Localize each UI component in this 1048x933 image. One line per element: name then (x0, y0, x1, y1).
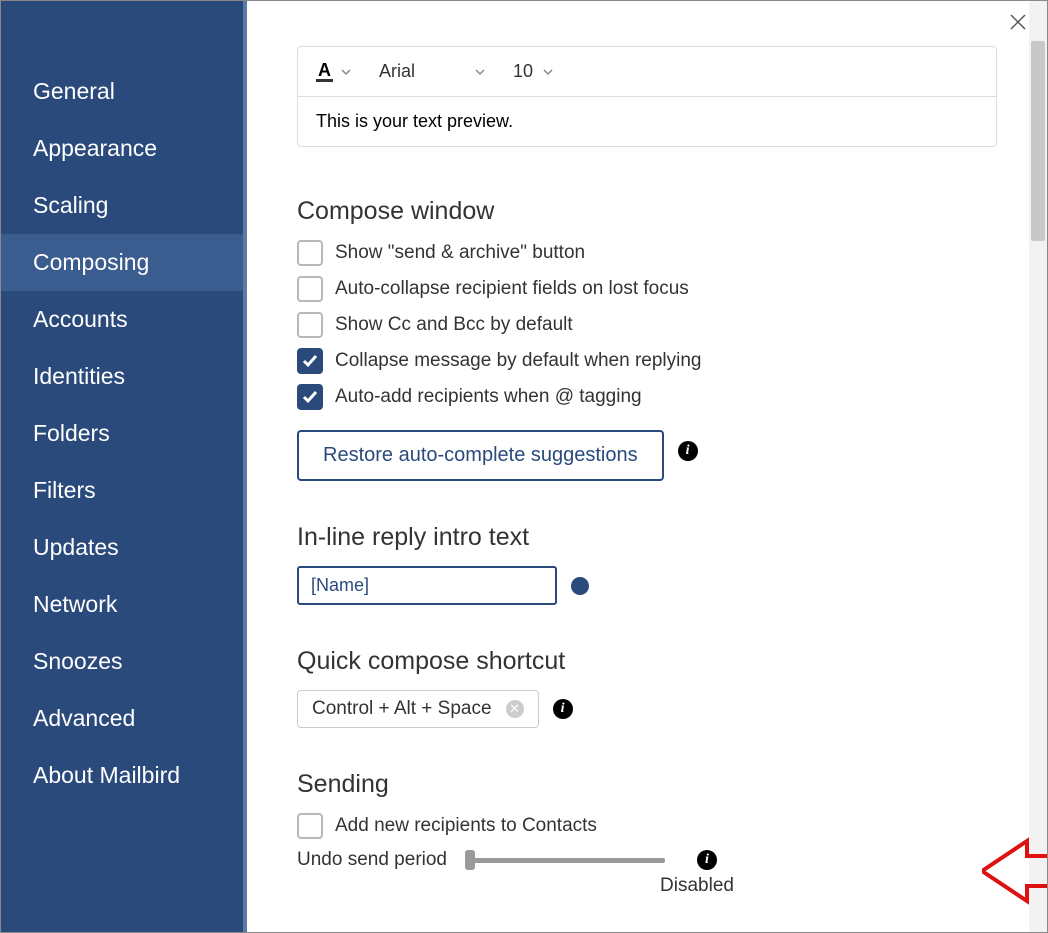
undo-send-value: Disabled (397, 875, 997, 897)
checkbox-collapse-reply[interactable] (297, 348, 323, 374)
section-title-quick-compose: Quick compose shortcut (297, 647, 997, 676)
sidebar-item-advanced[interactable]: Advanced (1, 690, 243, 747)
info-icon[interactable]: i (678, 441, 698, 461)
checkbox-label: Add new recipients to Contacts (335, 815, 597, 837)
sidebar-item-network[interactable]: Network (1, 576, 243, 633)
sidebar-item-accounts[interactable]: Accounts (1, 291, 243, 348)
slider-handle[interactable] (465, 850, 475, 870)
sidebar-item-about[interactable]: About Mailbird (1, 747, 243, 804)
slider-track (465, 858, 665, 863)
close-icon (1009, 13, 1027, 31)
sidebar-item-identities[interactable]: Identities (1, 348, 243, 405)
section-title-sending: Sending (297, 770, 997, 799)
undo-send-slider[interactable] (465, 850, 665, 870)
font-format-toolbar: A Arial 10 (297, 46, 997, 96)
check-icon (301, 352, 319, 370)
info-icon[interactable]: i (553, 699, 573, 719)
sidebar-item-appearance[interactable]: Appearance (1, 120, 243, 177)
font-color-button[interactable]: A (316, 61, 351, 82)
checkbox-show-cc-bcc[interactable] (297, 312, 323, 338)
sidebar-item-filters[interactable]: Filters (1, 462, 243, 519)
checkbox-send-archive[interactable] (297, 240, 323, 266)
shortcut-value: Control + Alt + Space (312, 698, 492, 720)
checkbox-label: Auto-collapse recipient fields on lost f… (335, 278, 689, 300)
section-title-compose: Compose window (297, 197, 997, 226)
sidebar-item-folders[interactable]: Folders (1, 405, 243, 462)
checkbox-label: Collapse message by default when replyin… (335, 350, 702, 372)
sidebar-item-scaling[interactable]: Scaling (1, 177, 243, 234)
shortcut-input[interactable]: Control + Alt + Space ✕ (297, 690, 539, 728)
sidebar-item-composing[interactable]: Composing (1, 234, 243, 291)
checkbox-label: Show "send & archive" button (335, 242, 585, 264)
sidebar-item-updates[interactable]: Updates (1, 519, 243, 576)
font-family-value: Arial (379, 61, 415, 82)
compose-window-section: Compose window Show "send & archive" but… (297, 197, 997, 481)
sending-section: Sending Add new recipients to Contacts U… (297, 770, 997, 897)
inline-reply-section: In-line reply intro text (297, 523, 997, 605)
chevron-down-icon (543, 67, 553, 77)
sidebar-item-snoozes[interactable]: Snoozes (1, 633, 243, 690)
section-title-inline-reply: In-line reply intro text (297, 523, 997, 552)
checkbox-label: Show Cc and Bcc by default (335, 314, 573, 336)
quick-compose-section: Quick compose shortcut Control + Alt + S… (297, 647, 997, 728)
close-button[interactable] (1009, 13, 1027, 36)
font-family-dropdown[interactable]: Arial (379, 61, 485, 82)
font-size-dropdown[interactable]: 10 (513, 61, 553, 82)
checkbox-label: Auto-add recipients when @ tagging (335, 386, 642, 408)
settings-main-panel: A Arial 10 This is your text preview. Co… (247, 1, 1047, 932)
settings-sidebar: General Appearance Scaling Composing Acc… (1, 1, 247, 932)
checkbox-add-recipients-contacts[interactable] (297, 813, 323, 839)
info-icon[interactable]: i (697, 850, 717, 870)
clear-shortcut-button[interactable]: ✕ (506, 700, 524, 718)
inline-reply-input[interactable] (297, 566, 557, 605)
undo-send-label: Undo send period (297, 849, 447, 871)
font-size-value: 10 (513, 61, 533, 82)
sidebar-item-general[interactable]: General (1, 63, 243, 120)
checkbox-auto-collapse-recipients[interactable] (297, 276, 323, 302)
check-icon (301, 388, 319, 406)
chevron-down-icon (475, 67, 485, 77)
scrollbar-thumb[interactable] (1031, 41, 1045, 241)
text-preview-box: This is your text preview. (297, 96, 997, 147)
scrollbar[interactable] (1029, 1, 1047, 932)
font-color-icon: A (316, 61, 333, 82)
color-picker-dot[interactable] (571, 577, 589, 595)
restore-autocomplete-button[interactable]: Restore auto-complete suggestions (297, 430, 664, 481)
checkbox-auto-add-tagging[interactable] (297, 384, 323, 410)
chevron-down-icon (341, 67, 351, 77)
